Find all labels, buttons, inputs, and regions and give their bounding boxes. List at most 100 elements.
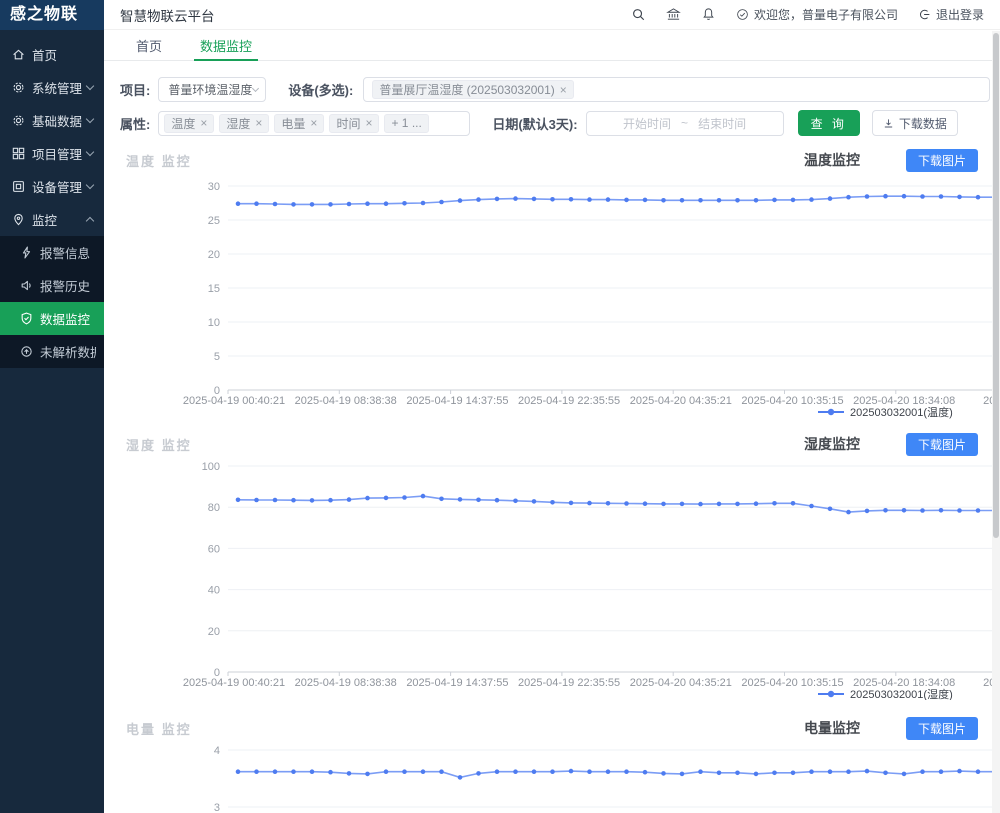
attribute-tag: 温度× [164, 114, 214, 133]
tag-close-icon[interactable]: × [310, 117, 317, 129]
sidebar-subitem-label: 报警信息 [40, 243, 96, 262]
caret-down-icon [252, 85, 259, 92]
tab-home[interactable]: 首页 [136, 30, 162, 60]
svg-text:10: 10 [208, 317, 220, 329]
logout-label: 退出登录 [936, 6, 984, 23]
welcome-text: 欢迎您，普量电子有限公司 [754, 6, 898, 23]
tag-close-icon[interactable]: × [365, 117, 372, 129]
page-scrollbar [992, 31, 1000, 813]
sidebar-subitem-unparsed-data[interactable]: 未解析数据 [0, 335, 104, 368]
temperature-chart: 0510152025302025-04-19 00:40:212025-04-1… [126, 174, 1000, 420]
attribute-tag: 湿度 × [219, 114, 269, 133]
attribute-tag: 电量× [274, 114, 324, 133]
date-separator: ~ [681, 116, 688, 130]
date-range-input[interactable]: 开始时间 ~ 结束时间 [586, 111, 784, 136]
svg-text:20: 20 [208, 626, 220, 638]
svg-text:2025-04-20 10:35:15: 2025-04-20 10:35:15 [741, 395, 843, 407]
sidebar-subitem-label: 数据监控 [40, 309, 96, 328]
logout-icon [918, 8, 931, 21]
tab-bar: 首页 数据监控 [104, 30, 1000, 61]
sidebar: 感之物联 首页系统管理基础数据项目管理设备管理监控报警信息报警历史数据监控未解析… [0, 0, 104, 813]
battery-chart: 01234 [126, 742, 1000, 813]
bolt-icon [20, 246, 33, 259]
download-data-button[interactable]: 下载数据 [872, 110, 958, 136]
sidebar-item-home[interactable]: 首页 [0, 38, 104, 71]
device-icon [12, 180, 25, 193]
device-multiselect[interactable]: 普量展厅温湿度 (202503032001) × [363, 77, 990, 102]
main-area: 智慧物联云平台 欢迎您，普量电子有限公司 退出登录 [104, 0, 1000, 813]
attribute-label: 属性: [120, 114, 150, 133]
sidebar-menu: 首页系统管理基础数据项目管理设备管理监控报警信息报警历史数据监控未解析数据 [0, 30, 104, 368]
humidity-chart-title: 湿度监控 [804, 434, 860, 454]
svg-text:2025-04-19 08:38:38: 2025-04-19 08:38:38 [295, 395, 397, 407]
humidity-panel-label: 湿度 监控 [126, 435, 192, 454]
svg-text:40: 40 [208, 585, 220, 597]
chevron-down-icon [86, 148, 94, 156]
sidebar-subitem-data-monitor[interactable]: 数据监控 [0, 302, 104, 335]
sidebar-subitem-alarm-info[interactable]: 报警信息 [0, 236, 104, 269]
sidebar-item-monitor[interactable]: 监控 [0, 203, 104, 236]
svg-text:2025-04-19 08:38:38: 2025-04-19 08:38:38 [295, 677, 397, 689]
date-label: 日期(默认3天): [492, 114, 577, 133]
attribute-more-tag[interactable]: + 1 ... [384, 114, 428, 133]
sidebar-subitem-label: 未解析数据 [40, 342, 96, 361]
attribute-multiselect[interactable]: 温度×湿度×电量×时间×+ 1 ... [158, 111, 470, 136]
sidebar-subitem-alarm-history[interactable]: 报警历史 [0, 269, 104, 302]
svg-text:2025-04-19 22:35:55: 2025-04-19 22:35:55 [518, 677, 620, 689]
sidebar-item-device[interactable]: 设备管理 [0, 170, 104, 203]
chevron-down-icon [86, 115, 94, 123]
attribute-tag: 时间× [329, 114, 379, 133]
pin-icon [12, 213, 25, 226]
device-tag-label: 普量展厅温湿度 (202503032001) [379, 81, 554, 98]
filter-row-2: 属性: 温度×湿度×电量×时间×+ 1 ... 日期(默认3天): 开始时间 ~… [120, 110, 990, 136]
chevron-up-icon [86, 217, 94, 225]
tag-close-icon[interactable]: × [560, 84, 567, 96]
header-actions: 欢迎您，普量电子有限公司 退出登录 [631, 6, 984, 23]
bell-icon[interactable] [701, 7, 716, 22]
humidity-chart-header: 湿度 监控 湿度监控 下载图片 [120, 432, 990, 456]
scrollbar-thumb[interactable] [993, 33, 999, 538]
date-start-placeholder: 开始时间 [623, 115, 671, 132]
sidebar-item-system[interactable]: 系统管理 [0, 71, 104, 104]
battery-download-image-button[interactable]: 下载图片 [906, 717, 978, 740]
check-circle-icon [736, 8, 749, 21]
temperature-legend[interactable]: 202503032001(温度) [850, 405, 953, 419]
page-title: 智慧物联云平台 [120, 5, 215, 25]
temperature-chart-header: 温度 监控温度监控下载图片 [120, 148, 990, 172]
project-label: 项目: [120, 80, 150, 99]
humidity-download-image-button[interactable]: 下载图片 [906, 433, 978, 456]
battery-chart-header: 电量 监控电量监控下载图片 [120, 716, 990, 740]
svg-text:80: 80 [208, 502, 220, 514]
query-button[interactable]: 查 询 [798, 110, 860, 136]
sidebar-subitem-label: 报警历史 [40, 276, 96, 295]
gear-icon [12, 114, 25, 127]
tag-close-icon[interactable]: × [200, 117, 207, 129]
svg-text:2025-04-19 00:40:21: 2025-04-19 00:40:21 [183, 677, 285, 689]
humidity-legend[interactable]: 202503032001(湿度) [850, 687, 953, 700]
shield-icon [20, 312, 33, 325]
temperature-download-image-button[interactable]: 下载图片 [906, 149, 978, 172]
logout-button[interactable]: 退出登录 [918, 6, 984, 23]
tag-close-icon[interactable]: × [255, 117, 262, 129]
svg-text:2025-04-19 14:37:55: 2025-04-19 14:37:55 [406, 395, 508, 407]
attribute-tag-label: 湿度 [226, 115, 250, 132]
grid-icon [12, 147, 25, 160]
svg-text:2025-04-20 18:34:08: 2025-04-20 18:34:08 [853, 395, 955, 407]
sidebar-item-label: 设备管理 [32, 177, 87, 196]
welcome-user[interactable]: 欢迎您，普量电子有限公司 [736, 6, 898, 23]
sidebar-item-basedata[interactable]: 基础数据 [0, 104, 104, 137]
humidity-chart: 0204060801002025-04-19 00:40:212025-04-1… [126, 458, 1000, 700]
tab-data-monitor[interactable]: 数据监控 [200, 30, 252, 60]
charts-container: 温度 监控温度监控下载图片0510152025302025-04-19 00:4… [120, 148, 990, 813]
project-select[interactable]: 普量环境温湿度 [158, 77, 266, 102]
sidebar-item-label: 监控 [32, 210, 87, 229]
filter-row-1: 项目: 普量环境温湿度 设备(多选): 普量展厅温湿度 (20250303200… [120, 77, 990, 102]
sidebar-submenu: 报警信息报警历史数据监控未解析数据 [0, 236, 104, 368]
organization-icon[interactable] [666, 7, 681, 22]
svg-text:25: 25 [208, 215, 220, 227]
attribute-more-label: + 1 ... [391, 116, 421, 130]
search-icon[interactable] [631, 7, 646, 22]
battery-chart-title: 电量监控 [804, 718, 860, 738]
svg-text:100: 100 [202, 461, 220, 473]
sidebar-item-project[interactable]: 项目管理 [0, 137, 104, 170]
